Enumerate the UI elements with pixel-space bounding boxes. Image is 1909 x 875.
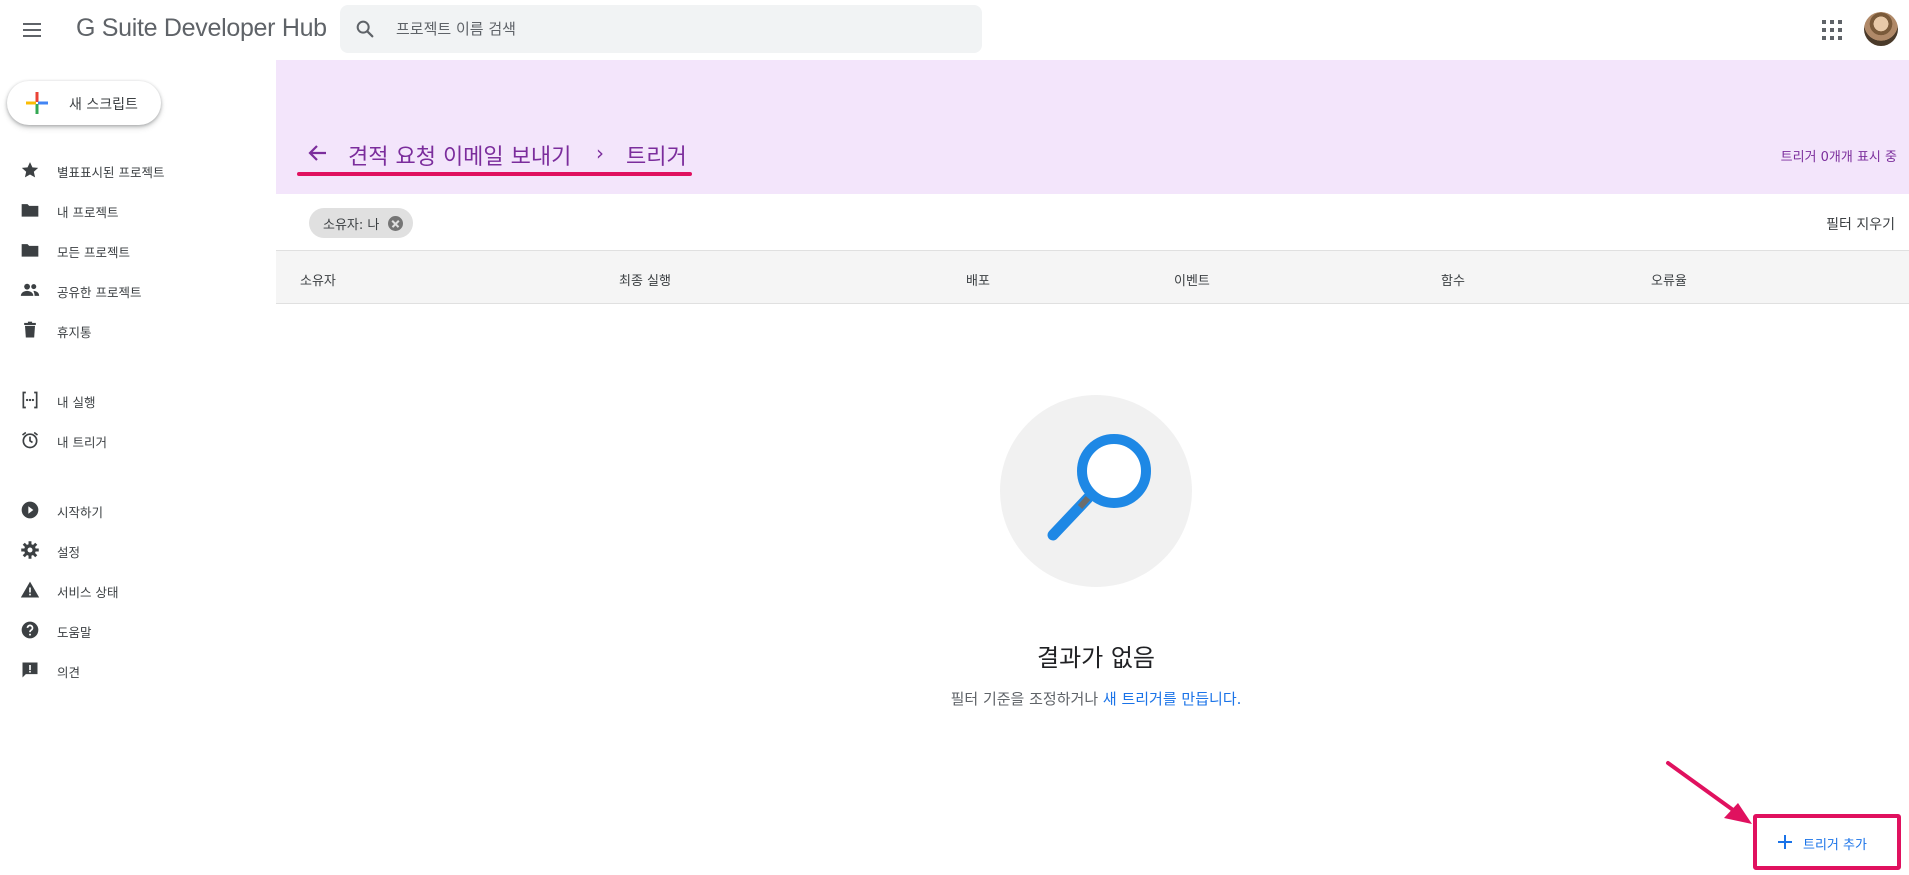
help-icon [21, 621, 39, 639]
breadcrumb-separator: › [596, 141, 604, 165]
sidebar-item-my-projects[interactable]: 내 프로젝트 [0, 190, 276, 230]
new-script-button[interactable]: 새 스크립트 [7, 81, 161, 125]
sidebar-item-feedback[interactable]: 의견 [0, 650, 276, 690]
owner-filter-chip[interactable]: 소유자: 나 [309, 208, 414, 238]
menu-icon[interactable] [18, 16, 46, 44]
add-trigger-label: 트리거 추가 [1803, 838, 1867, 853]
gear-icon [21, 541, 39, 559]
sidebar-item-label: 모든 프로젝트 [57, 245, 130, 260]
sidebar-item-label: 별표표시된 프로젝트 [57, 165, 165, 180]
sidebar-item-label: 공유한 프로젝트 [57, 285, 142, 300]
annotation-arrow-icon [1666, 761, 1752, 824]
sidebar-item-label: 서비스 상태 [57, 585, 119, 600]
people-icon [20, 283, 40, 296]
sidebar-item-label: 내 프로젝트 [57, 205, 119, 220]
sidebar-item-label: 시작하기 [57, 505, 104, 520]
feedback-icon [22, 662, 38, 678]
trigger-count-text: 트리거 0개개 표시 중 [1780, 150, 1897, 165]
sidebar-item-help[interactable]: 도움말 [0, 610, 276, 650]
page-title: 트리거 [626, 145, 687, 170]
executions-icon [22, 391, 38, 409]
sidebar-item-shared-projects[interactable]: 공유한 프로젝트 [0, 270, 276, 310]
column-header-error-rate[interactable]: 오류율 [1651, 270, 1687, 289]
sidebar-item-trash[interactable]: 휴지통 [0, 310, 276, 350]
plus-icon [1778, 835, 1792, 849]
filter-chip-label: 소유자: 나 [323, 217, 380, 233]
trash-icon [24, 321, 36, 338]
warning-icon [20, 581, 40, 598]
play-circle-icon [21, 501, 39, 519]
folder-icon [21, 204, 39, 217]
alarm-icon [22, 431, 38, 449]
new-script-label: 새 스크립트 [69, 97, 138, 113]
folder-icon [21, 244, 39, 257]
sidebar-item-my-triggers[interactable]: 내 트리거 [0, 420, 276, 460]
star-icon [21, 162, 39, 178]
sidebar-item-settings[interactable]: 설정 [0, 530, 276, 570]
column-header-last-run[interactable]: 최종 실행 [619, 270, 671, 289]
sidebar-item-label: 도움말 [57, 625, 92, 640]
sidebar-item-starred[interactable]: 별표표시된 프로젝트 [0, 150, 276, 190]
clear-filters-button[interactable]: 필터 지우기 [1826, 214, 1895, 234]
column-header-owner[interactable]: 소유자 [300, 270, 336, 289]
empty-state-subtitle: 필터 기준을 조정하거나 새 트리거를 만듭니다. [796, 688, 1396, 709]
add-trigger-button[interactable]: 트리거 추가 [1753, 814, 1901, 870]
avatar[interactable] [1864, 12, 1898, 46]
close-icon[interactable] [388, 215, 404, 231]
empty-state-title: 결과가 없음 [1036, 644, 1156, 672]
highlight-underline [297, 172, 692, 176]
sidebar-item-label: 내 실행 [57, 395, 96, 410]
column-header-function[interactable]: 함수 [1441, 270, 1465, 289]
sidebar-item-label: 설정 [57, 545, 81, 560]
sidebar-item-service-status[interactable]: 서비스 상태 [0, 570, 276, 610]
sidebar: 새 스크립트 별표표시된 프로젝트 내 프로젝트 모든 프로젝트 공유한 프로젝… [0, 60, 276, 875]
empty-state: 결과가 없음 필터 기준을 조정하거나 새 트리거를 만듭니다. [796, 0, 1396, 875]
create-trigger-link[interactable]: 새 트리거를 만듭니다. [1103, 690, 1242, 708]
back-arrow-icon[interactable] [306, 141, 330, 165]
apps-grid-icon[interactable] [1820, 18, 1844, 42]
sidebar-item-label: 내 트리거 [57, 435, 107, 450]
search-icon [356, 20, 374, 38]
app-logo[interactable]: G Suite Developer Hub [76, 14, 327, 43]
sidebar-item-label: 의견 [57, 665, 81, 680]
sidebar-item-all-projects[interactable]: 모든 프로젝트 [0, 230, 276, 270]
plus-colored-icon [26, 92, 48, 114]
breadcrumb-project[interactable]: 견적 요청 이메일 보내기 [348, 139, 571, 171]
sidebar-item-my-executions[interactable]: 내 실행 [0, 380, 276, 420]
sidebar-item-label: 휴지통 [57, 325, 92, 340]
sidebar-item-getting-started[interactable]: 시작하기 [0, 490, 276, 530]
empty-state-hint: 필터 기준을 조정하거나 [950, 690, 1103, 708]
